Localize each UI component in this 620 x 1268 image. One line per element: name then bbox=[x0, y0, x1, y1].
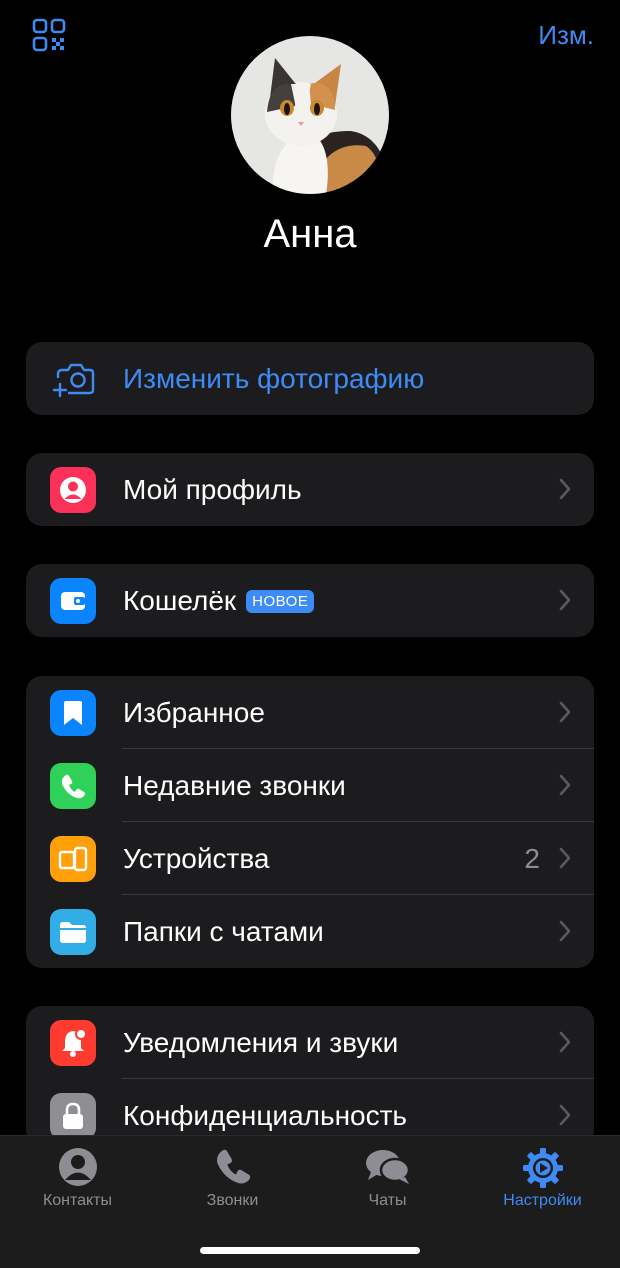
tab-chats-label: Чаты bbox=[368, 1192, 407, 1209]
lock-icon bbox=[50, 1093, 96, 1139]
devices-row[interactable]: Устройства 2 bbox=[26, 822, 594, 895]
my-profile-row[interactable]: Мой профиль bbox=[26, 453, 594, 526]
chevron-right-icon bbox=[559, 478, 571, 500]
bell-icon bbox=[50, 1020, 96, 1066]
tab-settings[interactable]: Настройки bbox=[465, 1136, 620, 1226]
chat-folders-label: Папки с чатами bbox=[123, 915, 324, 947]
tab-chats[interactable]: Чаты bbox=[310, 1136, 465, 1226]
wallet-icon bbox=[50, 578, 96, 624]
phone-icon bbox=[216, 1149, 250, 1184]
phone-icon bbox=[50, 763, 96, 809]
tab-contacts-label: Контакты bbox=[42, 1192, 113, 1209]
notifications-label: Уведомления и звуки bbox=[123, 1026, 399, 1058]
tab-calls-label: Звонки bbox=[206, 1192, 259, 1209]
devices-icon bbox=[50, 836, 96, 882]
my-profile-label: Мой профиль bbox=[123, 473, 302, 505]
privacy-label: Конфиденциальность bbox=[123, 1099, 408, 1131]
qr-code-icon[interactable] bbox=[32, 18, 66, 52]
camera-add-icon bbox=[52, 363, 95, 398]
chevron-right-icon bbox=[559, 920, 571, 942]
change-photo-label: Изменить фотографию bbox=[123, 362, 425, 394]
wallet-label: Кошелёк НОВОЕ bbox=[123, 585, 315, 617]
wallet-group: Кошелёк НОВОЕ bbox=[26, 564, 594, 637]
wallet-row[interactable]: Кошелёк НОВОЕ bbox=[26, 564, 594, 637]
folder-icon bbox=[50, 909, 96, 955]
devices-count: 2 bbox=[524, 842, 540, 874]
chats-icon bbox=[365, 1150, 410, 1184]
chevron-right-icon bbox=[559, 847, 571, 869]
tab-calls[interactable]: Звонки bbox=[155, 1136, 310, 1226]
favorites-row[interactable]: Избранное bbox=[26, 676, 594, 749]
tab-contacts[interactable]: Контакты bbox=[0, 1136, 155, 1226]
favorites-label: Избранное bbox=[123, 696, 265, 728]
avatar[interactable] bbox=[231, 36, 389, 194]
notifications-row[interactable]: Уведомления и звуки bbox=[26, 1006, 594, 1079]
home-indicator[interactable] bbox=[200, 1247, 420, 1254]
notifications-group: Уведомления и звуки Конфиденциальность bbox=[26, 1006, 594, 1146]
chevron-right-icon bbox=[559, 1031, 571, 1053]
chevron-right-icon bbox=[559, 1104, 571, 1126]
chat-folders-row[interactable]: Папки с чатами bbox=[26, 895, 594, 968]
devices-label: Устройства bbox=[123, 842, 270, 874]
change-photo-button[interactable]: Изменить фотографию bbox=[26, 342, 594, 415]
profile-group: Мой профиль bbox=[26, 453, 594, 526]
bookmark-icon bbox=[50, 690, 96, 736]
person-icon bbox=[50, 467, 96, 513]
change-photo-group: Изменить фотографию bbox=[26, 342, 594, 415]
chevron-right-icon bbox=[559, 589, 571, 611]
profile-name: Анна bbox=[263, 212, 357, 256]
chevron-right-icon bbox=[559, 774, 571, 796]
main-settings-group: Избранное Недавние звонки Устройства 2 П… bbox=[26, 676, 594, 968]
settings-icon bbox=[522, 1148, 563, 1188]
tab-settings-label: Настройки bbox=[503, 1192, 582, 1209]
contacts-icon bbox=[58, 1148, 97, 1186]
edit-button[interactable]: Изм. bbox=[538, 20, 594, 51]
recent-calls-row[interactable]: Недавние звонки bbox=[26, 749, 594, 822]
cat-photo bbox=[231, 36, 389, 194]
recent-calls-label: Недавние звонки bbox=[123, 769, 346, 801]
chevron-right-icon bbox=[559, 701, 571, 723]
new-badge: НОВОЕ bbox=[246, 589, 315, 613]
